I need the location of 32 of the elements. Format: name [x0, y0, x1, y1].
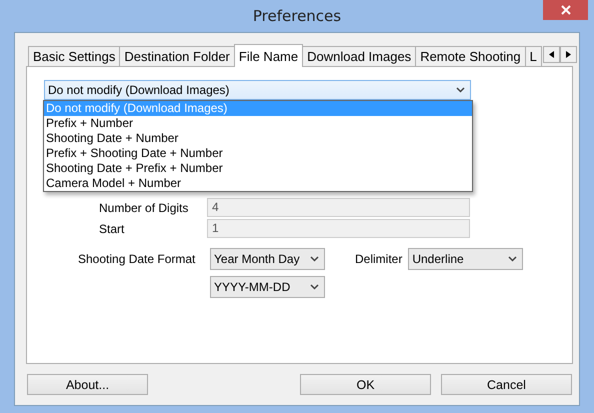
tab[interactable]: Basic Settings — [28, 46, 120, 66]
chevron-icon — [456, 87, 465, 93]
dropdown-option[interactable]: Shooting Date + Prefix + Number — [44, 161, 472, 176]
scroll-right-button[interactable] — [560, 46, 577, 63]
field-label: Number of Digits — [98, 200, 190, 214]
scroll-left-button[interactable] — [542, 46, 560, 63]
date-pattern-select[interactable]: YYYY-MM-DD — [210, 276, 325, 298]
field-label: Start — [98, 222, 126, 236]
close-icon — [560, 5, 570, 15]
window-title: Preferences — [252, 7, 342, 25]
left-triangle-icon — [548, 51, 554, 58]
tab[interactable]: Remote Shooting — [415, 46, 526, 66]
field-label: Delimiter — [355, 252, 402, 266]
right-triangle-icon — [566, 51, 571, 58]
chevron-icon — [310, 284, 319, 290]
tab[interactable]: L — [524, 46, 542, 66]
tab[interactable]: Download Images — [302, 46, 416, 66]
naming-dropdown[interactable]: Do not modify (Download Images) — [44, 80, 471, 100]
chevron-icon — [310, 256, 319, 262]
dialog-button[interactable]: Cancel — [441, 374, 572, 395]
dialog-button[interactable]: About... — [27, 374, 148, 395]
delimiter-select[interactable]: Underline — [408, 248, 524, 270]
dropdown-option[interactable]: Shooting Date + Number — [44, 131, 472, 146]
dropdown-option[interactable]: Prefix + Shooting Date + Number — [44, 146, 472, 161]
chevron-icon — [508, 256, 518, 262]
dialog-button[interactable]: OK — [300, 374, 431, 395]
dropdown-option[interactable]: Prefix + Number — [44, 116, 472, 131]
close-button[interactable] — [543, 0, 588, 20]
tab[interactable]: File Name — [234, 44, 304, 67]
field-label: Shooting Date Format — [77, 252, 196, 266]
dropdown-option[interactable]: Camera Model + Number — [44, 176, 472, 191]
date-format-select[interactable]: Year Month Day — [210, 248, 325, 270]
